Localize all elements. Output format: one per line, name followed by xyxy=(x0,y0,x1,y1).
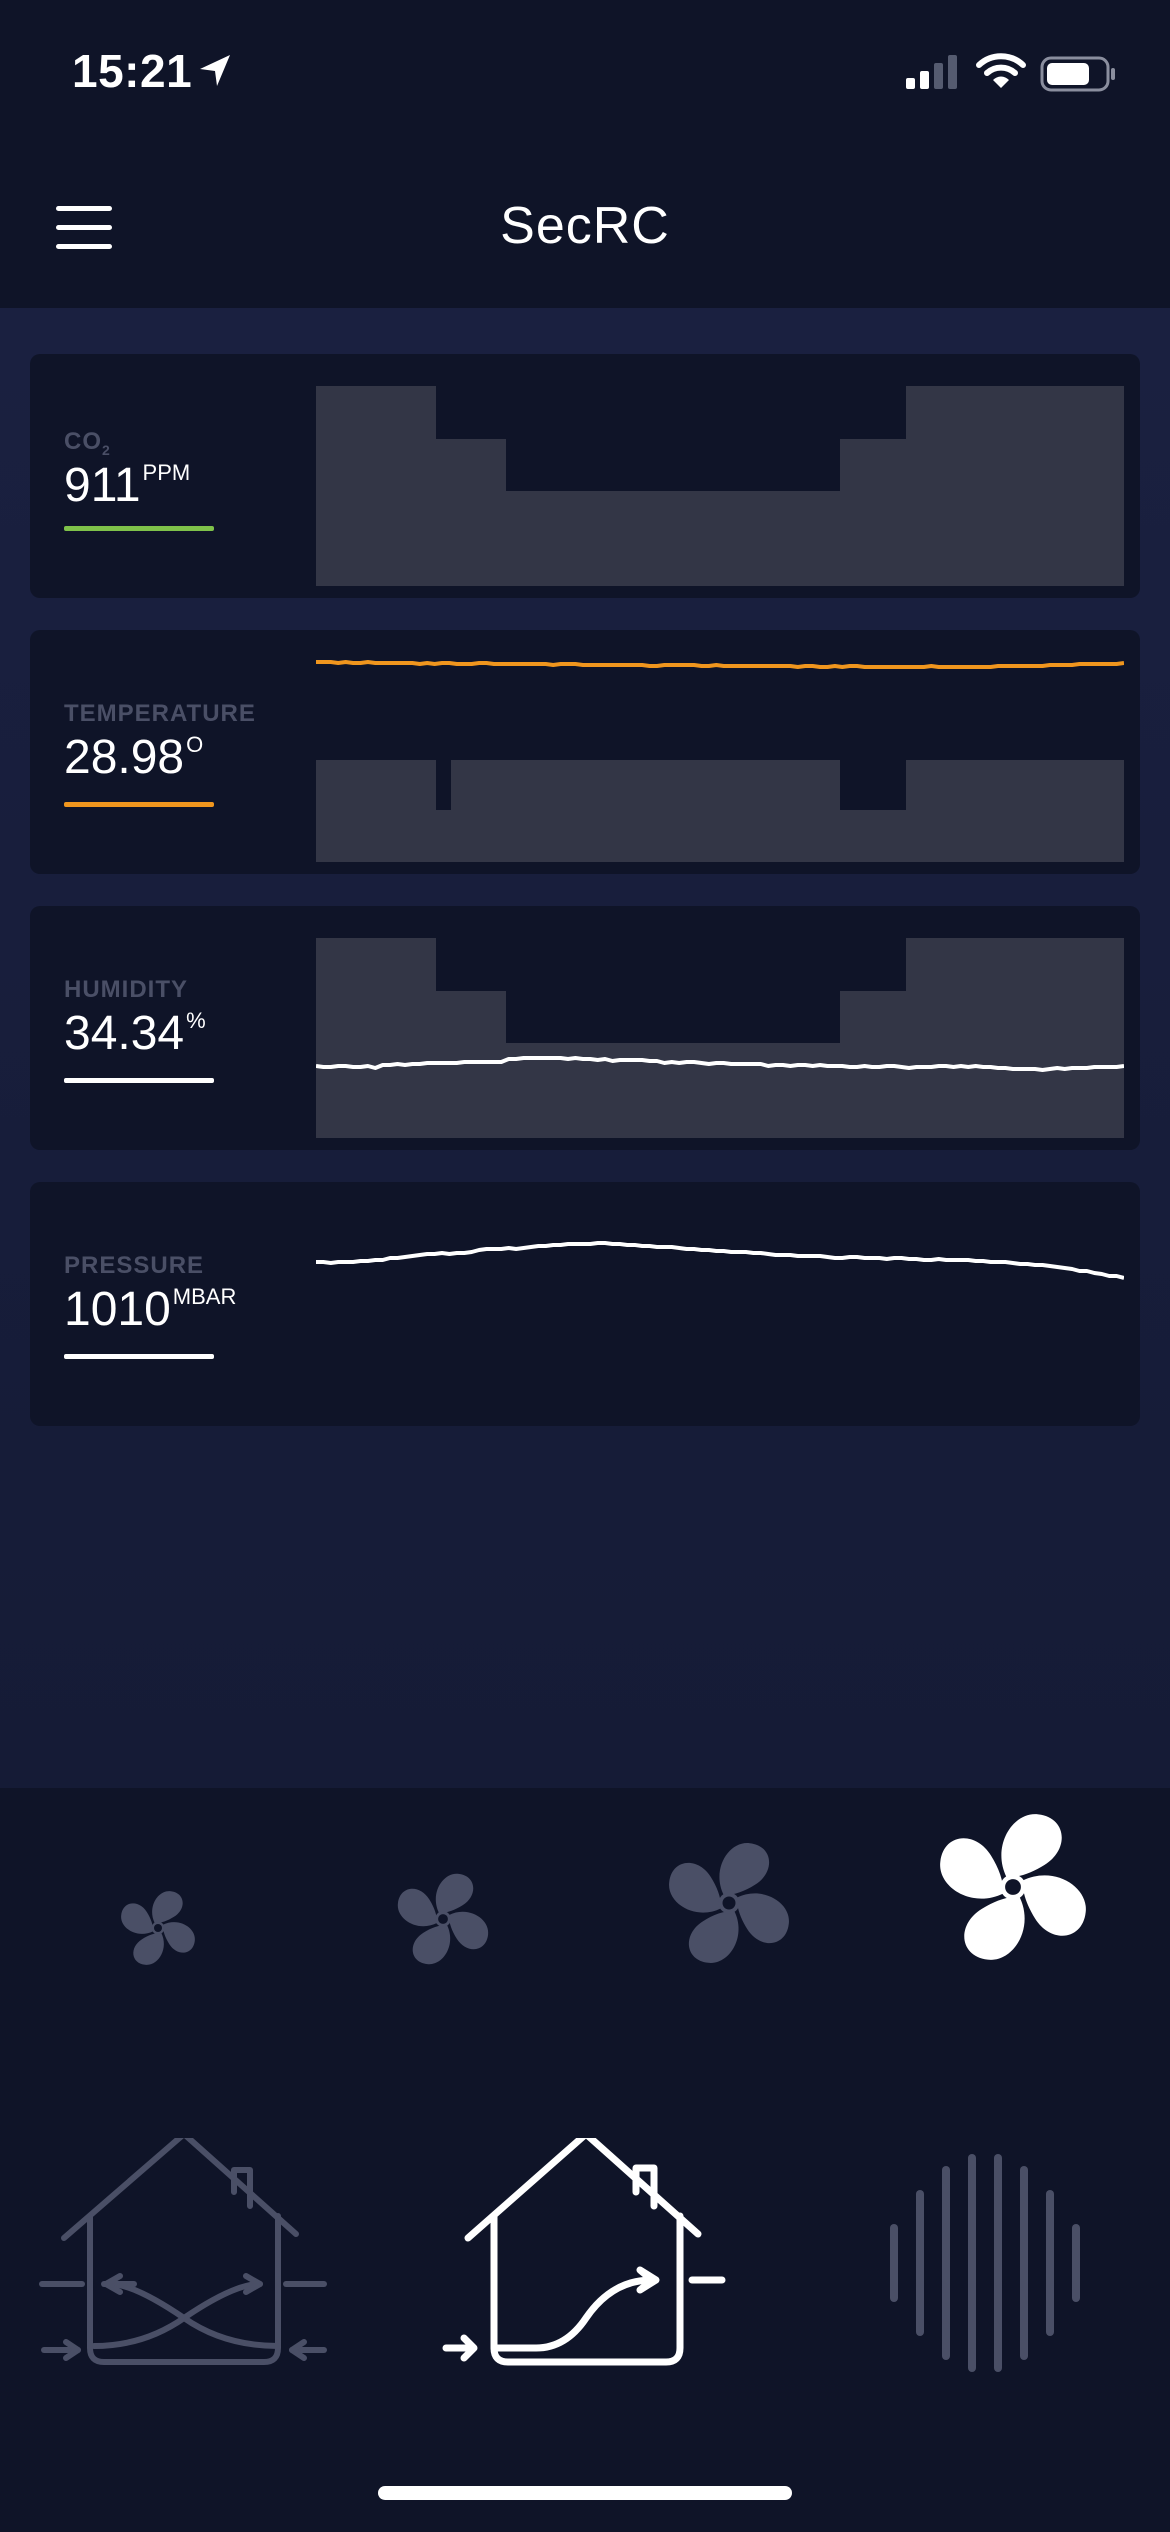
occupancy-band xyxy=(316,386,1124,586)
status-time: 15:21 xyxy=(72,45,193,97)
temperature-value: 28.98O xyxy=(64,731,204,784)
humidity-chart xyxy=(316,938,1124,1138)
sound-wave-icon xyxy=(890,2154,1080,2372)
temperature-series-line xyxy=(316,660,1124,669)
occupancy-band xyxy=(316,938,1124,1138)
fan-speed-2-button[interactable] xyxy=(394,1870,492,1968)
pressure-series-line xyxy=(316,1241,1124,1280)
temperature-chart xyxy=(316,660,1124,862)
fan-speed-4-button[interactable] xyxy=(934,1808,1092,1966)
pressure-underline xyxy=(64,1354,214,1359)
temperature-label: TEMPERATURE xyxy=(64,700,256,727)
fan-icon xyxy=(669,1843,789,1963)
co2-chart xyxy=(316,386,1124,586)
occupancy-band xyxy=(316,760,1124,862)
co2-card[interactable]: CO2 911PPM xyxy=(30,354,1140,598)
co2-label: CO2 xyxy=(64,428,111,458)
fan-speed-3-button[interactable] xyxy=(664,1838,794,1968)
wifi-icon xyxy=(976,53,1026,88)
status-bar: 15:21 xyxy=(0,0,1170,150)
fan-icon xyxy=(121,1891,195,1965)
page-title: SecRC xyxy=(500,197,670,255)
temperature-underline xyxy=(64,802,214,807)
fan-speed-1-button[interactable] xyxy=(118,1888,198,1968)
humidity-value: 34.34% xyxy=(64,1007,206,1060)
fan-icon xyxy=(398,1874,488,1964)
ventilation-mode-button[interactable] xyxy=(436,2138,736,2378)
pressure-value: 1010MBAR xyxy=(64,1283,237,1336)
pressure-chart xyxy=(316,1241,1124,1280)
co2-value: 911PPM xyxy=(64,459,191,512)
humidity-underline xyxy=(64,1078,214,1083)
sensor-list: CO2 911PPM TEMPERATURE 28.98O HUMIDITY 3… xyxy=(0,308,1170,1788)
house-heat-recovery-icon xyxy=(39,2138,327,2365)
co2-underline xyxy=(64,526,214,531)
sound-mode-button[interactable] xyxy=(880,2148,1100,2378)
humidity-label: HUMIDITY xyxy=(64,976,188,1003)
navigation-bar: SecRC xyxy=(0,150,1170,308)
humidity-card[interactable]: HUMIDITY 34.34% xyxy=(30,906,1140,1150)
controls-panel xyxy=(0,1788,1170,2532)
cellular-signal-icon xyxy=(906,55,957,89)
home-indicator xyxy=(378,2486,792,2500)
temperature-card[interactable]: TEMPERATURE 28.98O xyxy=(30,630,1140,874)
pressure-label: PRESSURE xyxy=(64,1252,205,1279)
fan-icon xyxy=(940,1814,1086,1960)
heat-recovery-mode-button[interactable] xyxy=(34,2138,334,2378)
pressure-card[interactable]: PRESSURE 1010MBAR xyxy=(30,1182,1140,1426)
location-arrow-icon xyxy=(200,55,230,86)
house-ventilation-icon xyxy=(442,2138,726,2366)
battery-icon xyxy=(1040,56,1115,92)
